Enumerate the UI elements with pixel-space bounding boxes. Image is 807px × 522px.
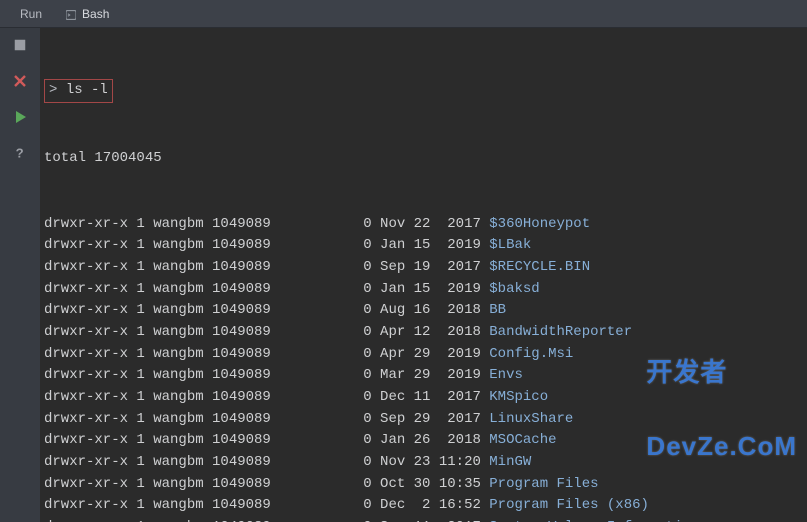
tab-bash[interactable]: Bash bbox=[54, 3, 121, 25]
file-name: $RECYCLE.BIN bbox=[489, 259, 590, 275]
play-icon[interactable] bbox=[11, 108, 29, 126]
list-row: drwxr-xr-x 1 wangbm 1049089 0 Oct 30 10:… bbox=[44, 474, 799, 496]
command-line: > ls -l bbox=[44, 79, 799, 105]
prompt: > bbox=[49, 82, 57, 98]
file-name: Program Files bbox=[489, 476, 598, 492]
list-row: drwxr-xr-x 1 wangbm 1049089 0 Sep 19 201… bbox=[44, 257, 799, 279]
list-row: drwxr-xr-x 1 wangbm 1049089 0 Apr 12 201… bbox=[44, 322, 799, 344]
list-row: drwxr-xr-x 1 wangbm 1049089 0 Aug 16 201… bbox=[44, 300, 799, 322]
gutter: ? bbox=[0, 28, 40, 522]
file-name: Envs bbox=[489, 367, 523, 383]
list-row: drwxr-xr-x 1 wangbm 1049089 0 Jan 26 201… bbox=[44, 430, 799, 452]
list-row: drwxr-xr-x 1 wangbm 1049089 0 Dec 11 201… bbox=[44, 387, 799, 409]
file-name: $baksd bbox=[489, 281, 539, 297]
list-row: drwxr-xr-x 1 wangbm 1049089 0 Sep 11 201… bbox=[44, 517, 799, 522]
file-name: BB bbox=[489, 302, 506, 318]
file-listing: drwxr-xr-x 1 wangbm 1049089 0 Nov 22 201… bbox=[44, 214, 799, 522]
list-row: drwxr-xr-x 1 wangbm 1049089 0 Dec 2 16:5… bbox=[44, 495, 799, 517]
list-row: drwxr-xr-x 1 wangbm 1049089 0 Jan 15 201… bbox=[44, 235, 799, 257]
tab-bar: Run Bash bbox=[0, 0, 807, 28]
total-line: total 17004045 bbox=[44, 148, 799, 170]
list-row: drwxr-xr-x 1 wangbm 1049089 0 Nov 23 11:… bbox=[44, 452, 799, 474]
stop-icon[interactable] bbox=[11, 36, 29, 54]
file-name: $LBak bbox=[489, 237, 531, 253]
file-name: BandwidthReporter bbox=[489, 324, 632, 340]
list-row: drwxr-xr-x 1 wangbm 1049089 0 Nov 22 201… bbox=[44, 214, 799, 236]
close-icon[interactable] bbox=[11, 72, 29, 90]
file-name: LinuxShare bbox=[489, 411, 573, 427]
tab-run[interactable]: Run bbox=[8, 3, 54, 25]
terminal-output[interactable]: > ls -l total 17004045 drwxr-xr-x 1 wang… bbox=[40, 28, 807, 522]
bash-label: Bash bbox=[82, 7, 109, 21]
list-row: drwxr-xr-x 1 wangbm 1049089 0 Sep 29 201… bbox=[44, 409, 799, 431]
file-name: MSOCache bbox=[489, 432, 556, 448]
run-label: Run bbox=[20, 7, 42, 21]
command-text: ls -l bbox=[66, 82, 108, 98]
file-name: Config.Msi bbox=[489, 346, 573, 362]
file-name: KMSpico bbox=[489, 389, 548, 405]
list-row: drwxr-xr-x 1 wangbm 1049089 0 Mar 29 201… bbox=[44, 365, 799, 387]
list-row: drwxr-xr-x 1 wangbm 1049089 0 Apr 29 201… bbox=[44, 344, 799, 366]
file-name: Program Files (x86) bbox=[489, 497, 649, 513]
help-icon[interactable]: ? bbox=[11, 144, 29, 162]
file-name: $360Honeypot bbox=[489, 216, 590, 232]
terminal-icon bbox=[66, 9, 76, 19]
svg-text:?: ? bbox=[16, 146, 24, 160]
file-name: MinGW bbox=[489, 454, 531, 470]
list-row: drwxr-xr-x 1 wangbm 1049089 0 Jan 15 201… bbox=[44, 279, 799, 301]
main-area: ? > ls -l total 17004045 drwxr-xr-x 1 wa… bbox=[0, 28, 807, 522]
